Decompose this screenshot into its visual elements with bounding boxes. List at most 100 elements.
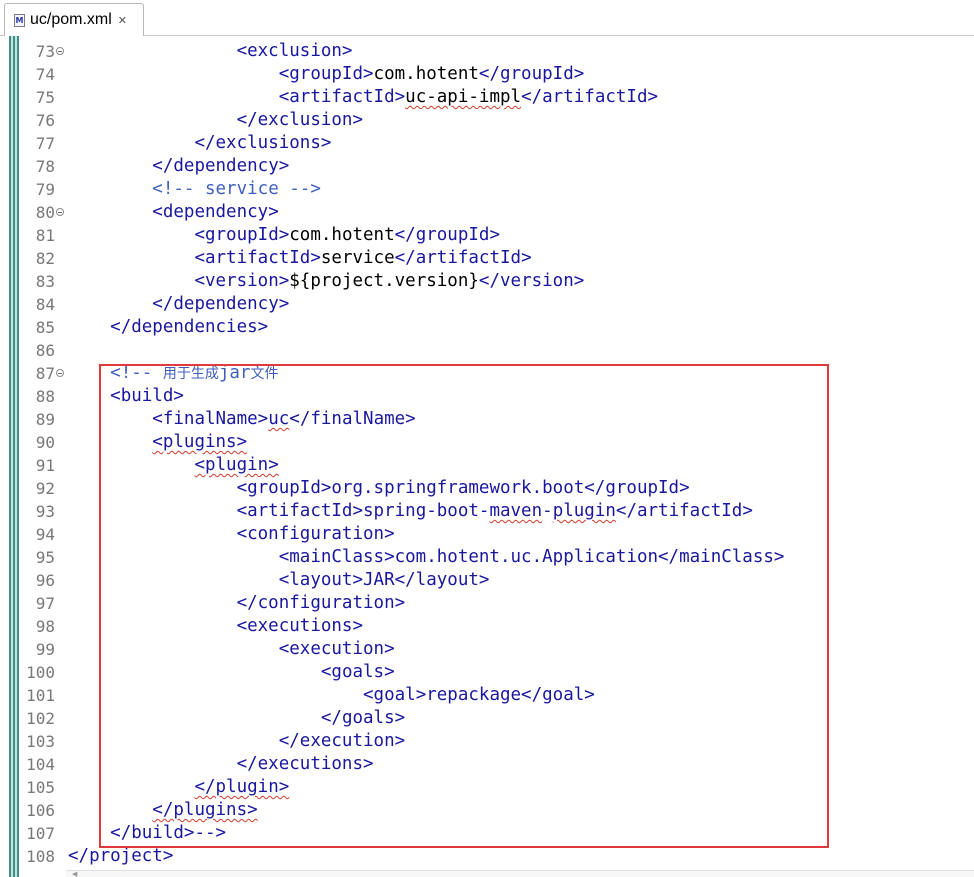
code-line[interactable]: 104 </executions> (0, 753, 974, 776)
code-line[interactable]: 89 <finalName>uc</finalName> (0, 408, 974, 431)
code-token: </project> (68, 846, 174, 866)
code-line[interactable]: 88 <build> (0, 385, 974, 408)
tab-title: uc/pom.xml (30, 11, 112, 28)
code-text: <artifactId>spring-boot-maven-plugin</ar… (68, 500, 753, 523)
line-number: 97 (35, 594, 55, 613)
code-token: <finalName> (152, 409, 269, 429)
code-line[interactable]: 76 </exclusion> (0, 109, 974, 132)
code-token: </configuration> (236, 593, 406, 613)
close-icon[interactable]: ✕ (118, 14, 127, 27)
line-number: 73 (35, 42, 55, 61)
code-line[interactable]: 85 </dependencies> (0, 316, 974, 339)
code-line[interactable]: 74 <groupId>com.hotent</groupId> (0, 63, 974, 86)
code-token: - (542, 501, 553, 521)
code-token: maven (489, 501, 543, 521)
code-text: <goal>repackage</goal> (68, 684, 595, 707)
fold-toggle-icon[interactable] (56, 47, 64, 55)
code-line[interactable]: 107 </build>--> (0, 822, 974, 845)
code-token: uc-api-impl (405, 87, 522, 107)
code-line[interactable]: 86 (0, 339, 974, 362)
code-line[interactable]: 91 <plugin> (0, 454, 974, 477)
code-token: <configuration> (236, 524, 395, 544)
code-token: <goals> (320, 662, 395, 682)
code-line[interactable]: 81 <groupId>com.hotent</groupId> (0, 224, 974, 247)
line-number: 87 (35, 364, 55, 383)
code-line[interactable]: 92 <groupId>org.springframework.boot</gr… (0, 477, 974, 500)
code-text: </build>--> (68, 822, 226, 845)
code-token: <executions> (236, 616, 364, 636)
code-token: </dependencies> (110, 317, 269, 337)
code-line[interactable]: 82 <artifactId>service</artifactId> (0, 247, 974, 270)
line-number: 86 (35, 341, 55, 360)
code-token: </artifactId> (394, 248, 532, 268)
code-line[interactable]: 96 <layout>JAR</layout> (0, 569, 974, 592)
code-line[interactable]: 84 </dependency> (0, 293, 974, 316)
horizontal-scrollbar[interactable]: ◀ (66, 870, 974, 877)
code-token: <mainClass>com.hotent.uc.Application</ma… (278, 547, 785, 567)
code-line[interactable]: 83 <version>${project.version}</version> (0, 270, 974, 293)
code-text: <groupId>com.hotent</groupId> (68, 63, 585, 86)
code-line[interactable]: 90 <plugins> (0, 431, 974, 454)
code-token: </version> (478, 271, 585, 291)
line-number: 94 (35, 525, 55, 544)
code-line[interactable]: 98 <executions> (0, 615, 974, 638)
code-line[interactable]: 77 </exclusions> (0, 132, 974, 155)
code-text: <artifactId>uc-api-impl</artifactId> (68, 86, 658, 109)
code-token: <exclusion> (236, 41, 353, 61)
code-token: uc (268, 409, 290, 429)
line-number: 89 (35, 410, 55, 429)
line-number: 103 (26, 732, 55, 751)
tab-pom-xml[interactable]: M uc/pom.xml ✕ (4, 3, 144, 36)
code-token: </artifactId> (615, 501, 753, 521)
code-token: <dependency> (152, 202, 279, 222)
code-line[interactable]: 80 <dependency> (0, 201, 974, 224)
line-number: 80 (35, 203, 55, 222)
code-line[interactable]: 97 </configuration> (0, 592, 974, 615)
scroll-left-icon[interactable]: ◀ (72, 870, 77, 877)
code-text: </plugin> (68, 776, 289, 799)
code-text: <execution> (68, 638, 395, 661)
code-text: </executions> (68, 753, 374, 776)
code-line[interactable]: 102 </goals> (0, 707, 974, 730)
code-line[interactable]: 106 </plugins> (0, 799, 974, 822)
code-text: <version>${project.version}</version> (68, 270, 584, 293)
editor-tab-bar: M uc/pom.xml ✕ (0, 0, 974, 36)
code-line[interactable]: 87 <!-- 用于生成jar文件 (0, 362, 974, 385)
code-token: 用于生成 (162, 366, 219, 382)
line-number: 101 (26, 686, 55, 705)
line-number: 108 (26, 847, 55, 866)
code-line[interactable]: 103 </execution> (0, 730, 974, 753)
code-text: <artifactId>service</artifactId> (68, 247, 532, 270)
code-line[interactable]: 105 </plugin> (0, 776, 974, 799)
fold-toggle-icon[interactable] (56, 208, 64, 216)
code-line[interactable]: 101 <goal>repackage</goal> (0, 684, 974, 707)
fold-toggle-icon[interactable] (56, 369, 64, 377)
code-text: <exclusion> (68, 40, 353, 63)
code-line[interactable]: 73 <exclusion> (0, 40, 974, 63)
code-token: com.hotent (373, 64, 479, 84)
code-line[interactable]: 94 <configuration> (0, 523, 974, 546)
code-text: <dependency> (68, 201, 279, 224)
line-number: 78 (35, 157, 55, 176)
code-line[interactable]: 75 <artifactId>uc-api-impl</artifactId> (0, 86, 974, 109)
code-token: </finalName> (289, 409, 416, 429)
code-line[interactable]: 100 <goals> (0, 661, 974, 684)
code-token: <artifactId>spring-boot- (236, 501, 490, 521)
code-token: </artifactId> (521, 87, 659, 107)
line-number: 76 (35, 111, 55, 130)
code-token: <groupId> (194, 225, 290, 245)
code-text: </exclusion> (68, 109, 363, 132)
code-line[interactable]: 99 <execution> (0, 638, 974, 661)
code-line[interactable]: 79 <!-- service --> (0, 178, 974, 201)
code-line[interactable]: 108 </project> (0, 845, 974, 868)
code-text: </execution> (68, 730, 405, 753)
code-text: <executions> (68, 615, 363, 638)
code-editor[interactable]: 73 <exclusion> 74 <groupId>com.hotent</gr… (0, 36, 974, 877)
code-text: <configuration> (68, 523, 395, 546)
code-line[interactable]: 93 <artifactId>spring-boot-maven-plugin<… (0, 500, 974, 523)
code-token: <groupId> (278, 64, 374, 84)
code-token: <groupId>org.springframework.boot</group… (236, 478, 690, 498)
code-text: </dependency> (68, 155, 289, 178)
code-line[interactable]: 95 <mainClass>com.hotent.uc.Application<… (0, 546, 974, 569)
code-line[interactable]: 78 </dependency> (0, 155, 974, 178)
